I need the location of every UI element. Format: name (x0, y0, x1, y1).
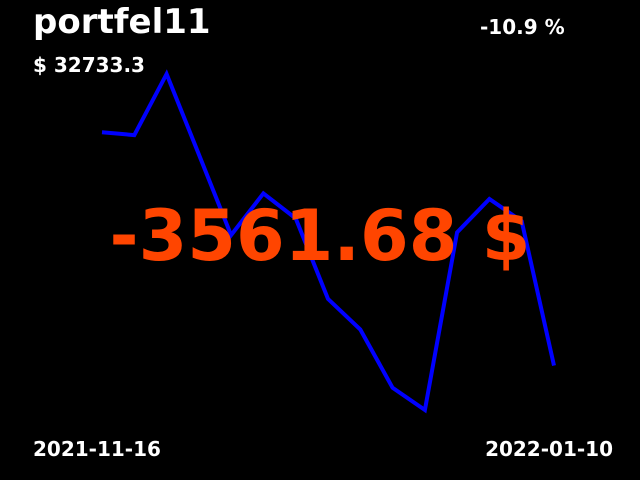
period-end-date: 2022-01-10 (485, 437, 613, 461)
period-start-date: 2021-11-16 (33, 437, 161, 461)
change-percent: -10.9 % (480, 15, 565, 39)
portfolio-name: portfel11 (33, 2, 211, 42)
portfolio-total-value: $ 32733.3 (33, 53, 145, 77)
change-amount: -3561.68 $ (109, 195, 531, 277)
